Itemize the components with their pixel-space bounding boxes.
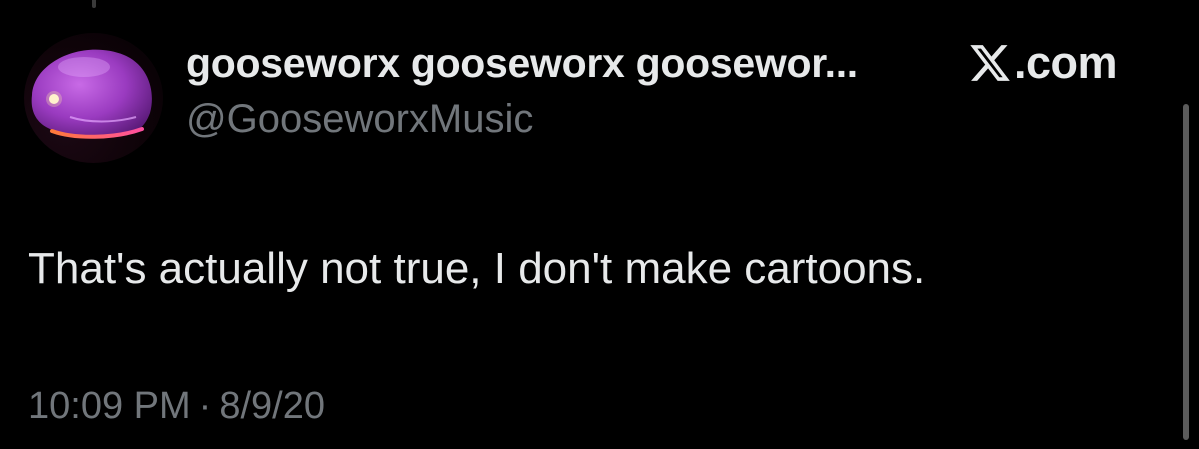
tweet-date: 8/9/20: [219, 385, 325, 427]
x-logo-icon: [968, 41, 1012, 85]
brand-watermark: .com: [968, 37, 1118, 88]
top-edge-mark: [92, 0, 96, 8]
meta-separator: ·: [198, 385, 212, 427]
avatar[interactable]: [24, 33, 163, 163]
avatar-creature-image: [31, 49, 152, 139]
tweet-time: 10:09 PM: [28, 385, 191, 427]
brand-domain: .com: [1014, 37, 1118, 88]
tweet-timestamp[interactable]: 10:09 PM · 8/9/20: [28, 385, 325, 428]
user-handle[interactable]: @GooseworxMusic: [186, 97, 533, 142]
scrollbar[interactable]: [1183, 104, 1189, 440]
display-name[interactable]: gooseworx gooseworx goosewor...: [186, 40, 858, 87]
tweet-text: That's actually not true, I don't make c…: [28, 244, 926, 293]
